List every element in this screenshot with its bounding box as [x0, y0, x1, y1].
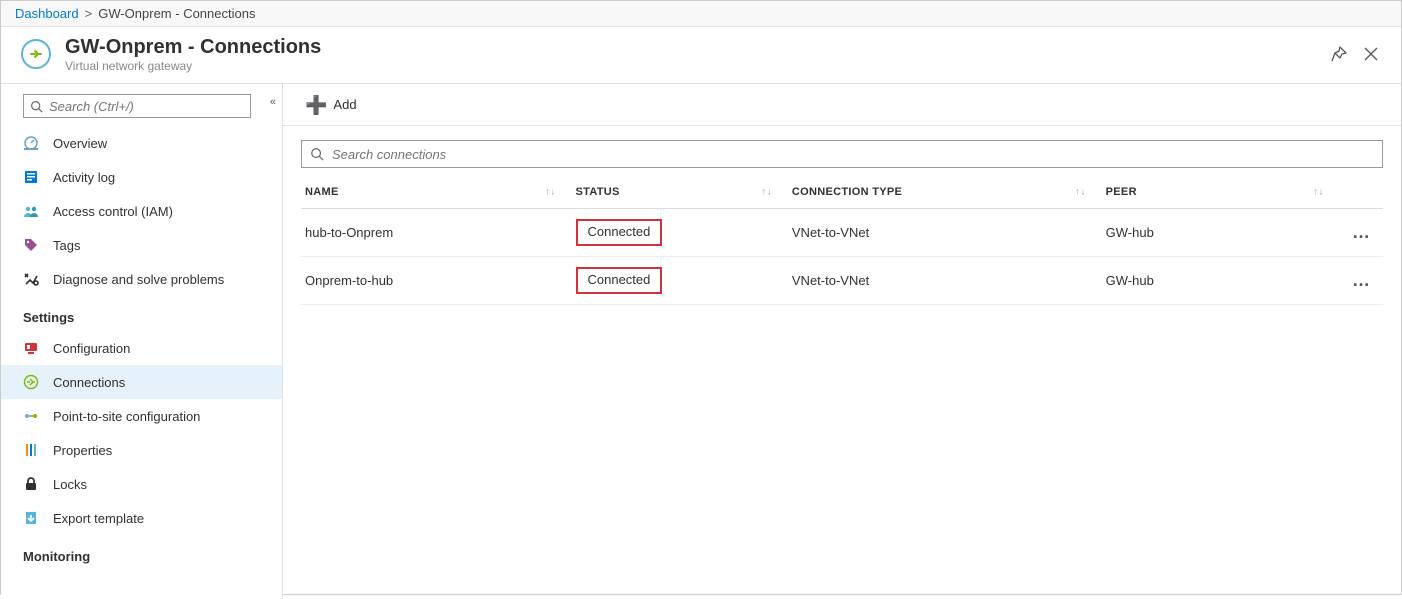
sort-icon: ↑↓ — [545, 187, 556, 198]
sidebar-item-label: Point-to-site configuration — [53, 409, 200, 424]
cell-name: hub-to-Onprem — [301, 209, 572, 257]
sidebar-item-label: Diagnose and solve problems — [53, 272, 224, 287]
cell-status: Connected — [572, 209, 788, 257]
toolbar: ➕ Add — [283, 84, 1401, 126]
table-row[interactable]: hub-to-OnpremConnectedVNet-to-VNetGW-hub… — [301, 209, 1383, 257]
sidebar-search[interactable] — [23, 94, 251, 118]
main-content: ➕ Add NAME↑↓ STATUS↑↓ — [283, 84, 1401, 599]
add-button[interactable]: ➕ Add — [297, 92, 365, 118]
sidebar: « Overview Activity log Access control (IA… — [1, 84, 283, 599]
sidebar-item-p2s[interactable]: Point-to-site configuration — [1, 399, 282, 433]
plus-icon: ➕ — [305, 96, 327, 114]
breadcrumb-separator: > — [85, 6, 93, 21]
page-header: GW-Onprem - Connections Virtual network … — [1, 27, 1401, 84]
sidebar-group-settings: Settings — [1, 296, 282, 331]
table-row[interactable]: Onprem-to-hubConnectedVNet-to-VNetGW-hub… — [301, 256, 1383, 304]
sort-icon: ↑↓ — [1075, 187, 1086, 198]
page-title: GW-Onprem - Connections — [65, 35, 321, 59]
sidebar-search-input[interactable] — [49, 99, 244, 114]
sidebar-item-connections[interactable]: Connections — [1, 365, 282, 399]
breadcrumb: Dashboard > GW-Onprem - Connections — [1, 1, 1401, 27]
sidebar-item-label: Tags — [53, 238, 80, 253]
search-icon — [30, 100, 43, 113]
connections-icon — [23, 374, 39, 390]
sidebar-item-properties[interactable]: Properties — [1, 433, 282, 467]
properties-icon — [23, 442, 39, 458]
iam-icon — [23, 203, 39, 219]
sidebar-item-label: Properties — [53, 443, 112, 458]
col-status[interactable]: STATUS↑↓ — [572, 176, 788, 209]
sidebar-item-label: Activity log — [53, 170, 115, 185]
filter-input[interactable] — [332, 147, 1374, 162]
pin-button[interactable] — [1323, 38, 1355, 70]
sidebar-item-configuration[interactable]: Configuration — [1, 331, 282, 365]
overview-icon — [23, 135, 39, 151]
cell-peer: GW-hub — [1102, 209, 1340, 257]
sidebar-item-label: Export template — [53, 511, 144, 526]
sidebar-item-label: Connections — [53, 375, 125, 390]
sidebar-item-label: Locks — [53, 477, 87, 492]
locks-icon — [23, 476, 39, 492]
sidebar-group-monitoring: Monitoring — [1, 535, 282, 570]
filter-box[interactable] — [301, 140, 1383, 168]
add-button-label: Add — [333, 97, 356, 112]
sidebar-item-iam[interactable]: Access control (IAM) — [1, 194, 282, 228]
sidebar-item-diagnose[interactable]: Diagnose and solve problems — [1, 262, 282, 296]
row-more-button[interactable]: … — [1352, 270, 1371, 290]
cell-peer: GW-hub — [1102, 256, 1340, 304]
sidebar-item-tags[interactable]: Tags — [1, 228, 282, 262]
sidebar-item-locks[interactable]: Locks — [1, 467, 282, 501]
sort-icon: ↑↓ — [761, 187, 772, 198]
cell-type: VNet-to-VNet — [788, 209, 1102, 257]
cell-type: VNet-to-VNet — [788, 256, 1102, 304]
p2s-icon — [23, 408, 39, 424]
connections-table: NAME↑↓ STATUS↑↓ CONNECTION TYPE↑↓ PEER↑↓ — [301, 176, 1383, 305]
sidebar-item-activitylog[interactable]: Activity log — [1, 160, 282, 194]
activitylog-icon — [23, 169, 39, 185]
page-subtitle: Virtual network gateway — [65, 59, 321, 73]
sort-icon: ↑↓ — [1313, 187, 1324, 198]
sidebar-item-export[interactable]: Export template — [1, 501, 282, 535]
sidebar-collapse-button[interactable]: « — [270, 96, 276, 108]
breadcrumb-root[interactable]: Dashboard — [15, 6, 79, 21]
col-name[interactable]: NAME↑↓ — [301, 176, 572, 209]
cell-status: Connected — [572, 256, 788, 304]
cell-name: Onprem-to-hub — [301, 256, 572, 304]
search-icon — [310, 147, 324, 161]
col-type[interactable]: CONNECTION TYPE↑↓ — [788, 176, 1102, 209]
close-button[interactable] — [1355, 38, 1387, 70]
resource-type-icon — [21, 39, 51, 69]
row-more-button[interactable]: … — [1352, 222, 1371, 242]
sidebar-item-overview[interactable]: Overview — [1, 126, 282, 160]
diagnose-icon — [23, 271, 39, 287]
tags-icon — [23, 237, 39, 253]
col-peer[interactable]: PEER↑↓ — [1102, 176, 1340, 209]
sidebar-item-label: Configuration — [53, 341, 130, 356]
export-icon — [23, 510, 39, 526]
sidebar-item-label: Access control (IAM) — [53, 204, 173, 219]
breadcrumb-current: GW-Onprem - Connections — [98, 6, 255, 21]
configuration-icon — [23, 340, 39, 356]
sidebar-item-label: Overview — [53, 136, 107, 151]
